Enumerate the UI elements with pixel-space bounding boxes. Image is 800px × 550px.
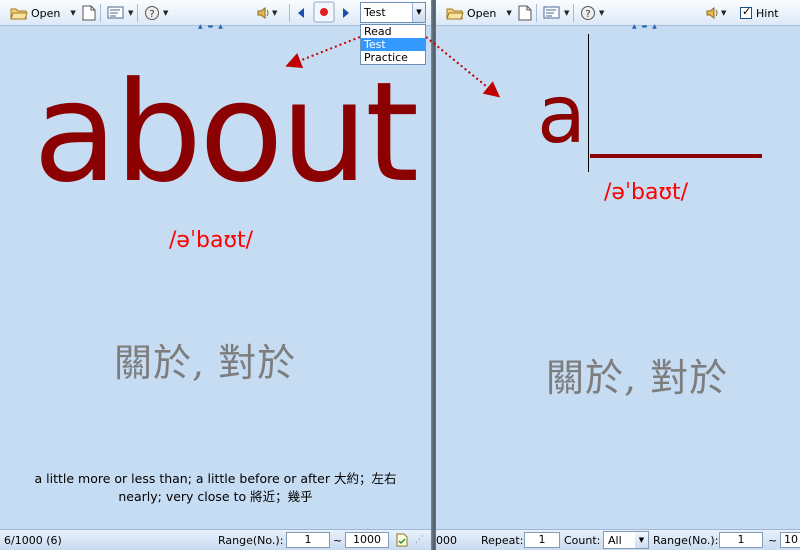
definition-text: a little more or less than; a little bef… [0, 470, 431, 506]
mode-dropdown[interactable]: Read Test Practice [360, 24, 426, 65]
resize-grip-icon[interactable]: ⋰ [415, 535, 424, 545]
chevron-down-icon[interactable]: ▼ [599, 9, 604, 17]
hint-label: Hint [756, 6, 779, 20]
range-label: Range(No.): [218, 534, 284, 547]
chinese-meaning: 關於, 對於 [114, 341, 297, 385]
help-button[interactable]: ? ▼ [580, 3, 604, 23]
speaker-button[interactable]: ▼ [706, 3, 726, 23]
toolbar-separator [137, 4, 138, 22]
new-document-button[interactable] [518, 3, 532, 23]
repeat-input[interactable]: 1 [524, 532, 560, 548]
repeat-label: Repeat: [481, 534, 524, 547]
chinese-meaning: 關於, 對於 [546, 356, 729, 400]
left-statusbar: 6/1000 (6) Range(No.): 1 ~ 1000 ⋰ [0, 529, 431, 550]
range-tilde: ~ [333, 534, 343, 547]
toolbar-separator [536, 4, 537, 22]
speaker-icon [257, 5, 271, 21]
answer-blank[interactable] [590, 154, 762, 158]
previous-icon [296, 6, 306, 20]
arrow-up-icon: ▲ [632, 23, 637, 30]
toolbar-separator [573, 4, 574, 22]
open-folder-icon [446, 5, 464, 21]
range-from-input[interactable]: 1 [719, 532, 763, 548]
right-pane: Open ▼ ▼ ? ▼ ▼ ✓ Hint ▲ ▬ ▲ a /əˈbaʊt/ 關… [436, 0, 800, 550]
chevron-down-icon[interactable]: ▼ [635, 532, 648, 548]
position-counter: 6/1000 (6) [4, 534, 62, 547]
new-document-button[interactable] [82, 3, 96, 23]
mode-option-test[interactable]: Test [361, 38, 425, 51]
next-button[interactable] [341, 3, 351, 23]
speaker-button[interactable]: ▼ [257, 3, 277, 23]
dash-icon: ▬ [641, 23, 648, 30]
phonetic-display: /əˈbaʊt/ [169, 228, 254, 253]
mode-option-read[interactable]: Read [361, 25, 425, 38]
left-pane: Open ▼ ▼ ? ▼ ▼ Test ▼ ▲ ▬ ▲ Read Test Pr… [0, 0, 431, 550]
card-settings-button[interactable]: ▼ [107, 3, 133, 23]
hint-checkbox[interactable]: Hint [740, 3, 779, 23]
next-icon [341, 6, 351, 20]
dash-icon: ▬ [207, 23, 214, 30]
partial-word-display: a [537, 68, 587, 161]
range-label: Range(No.): [653, 534, 719, 547]
mode-select[interactable]: Test ▼ [360, 2, 426, 23]
help-button[interactable]: ? ▼ [144, 3, 168, 23]
chevron-down-icon[interactable]: ▼ [163, 9, 168, 17]
mode-option-practice[interactable]: Practice [361, 51, 425, 64]
definition-line: nearly; very close to 將近；幾乎 [118, 489, 313, 504]
arrow-up-icon: ▲ [218, 23, 223, 30]
svg-text:?: ? [149, 9, 154, 20]
open-label: Open [467, 6, 497, 20]
checkbox-checked-icon [740, 5, 752, 19]
left-toolbar: Open ▼ ▼ ? ▼ ▼ Test ▼ [0, 0, 431, 26]
help-icon: ? [144, 5, 160, 21]
help-icon: ? [580, 5, 596, 21]
split-handle[interactable]: ▲ ▬ ▲ [632, 24, 657, 30]
toolbar-separator [289, 4, 290, 22]
card-settings-button[interactable]: ▼ [543, 3, 569, 23]
chevron-down-icon[interactable]: ▼ [128, 9, 133, 17]
go-to-icon [396, 533, 408, 550]
speaker-icon [706, 5, 720, 21]
word-display: about [33, 52, 419, 213]
count-select[interactable]: All ▼ [603, 531, 649, 549]
range-tilde: ~ [768, 534, 778, 547]
text-cursor [588, 34, 589, 172]
right-toolbar: Open ▼ ▼ ? ▼ ▼ ✓ Hint [436, 0, 800, 26]
definition-line: a little more or less than; a little bef… [34, 471, 397, 486]
range-from-input[interactable]: 1 [286, 532, 330, 548]
range-to-input[interactable]: 1000 [345, 532, 389, 548]
phonetic-display: /əˈbaʊt/ [604, 180, 689, 205]
previous-button[interactable] [296, 3, 306, 23]
count-select-value: All [608, 534, 622, 547]
chevron-down-icon[interactable]: ▼ [506, 9, 511, 17]
chevron-down-icon[interactable]: ▼ [412, 3, 425, 22]
range-to-input[interactable]: 10 [780, 532, 800, 548]
new-document-icon [518, 5, 532, 21]
open-button[interactable]: Open ▼ [446, 3, 512, 23]
right-statusbar: 000 Repeat: 1 Count: All ▼ Range(No.): 1… [436, 529, 800, 550]
go-to-button[interactable] [396, 533, 408, 550]
total-counter: 000 [436, 534, 457, 547]
chevron-down-icon[interactable]: ▼ [70, 9, 75, 17]
open-label: Open [31, 6, 61, 20]
card-settings-icon [543, 5, 561, 21]
chevron-down-icon[interactable]: ▼ [721, 9, 726, 17]
svg-text:?: ? [585, 9, 590, 20]
mode-select-value: Test [364, 6, 386, 19]
card-settings-icon [107, 5, 125, 21]
arrow-up-icon: ▲ [652, 23, 657, 30]
chevron-down-icon[interactable]: ▼ [272, 9, 277, 17]
open-button[interactable]: Open ▼ [10, 3, 76, 23]
count-label: Count: [564, 534, 601, 547]
chevron-down-icon[interactable]: ▼ [564, 9, 569, 17]
record-icon [313, 1, 335, 23]
open-folder-icon [10, 5, 28, 21]
arrow-up-icon: ▲ [198, 23, 203, 30]
record-button[interactable] [313, 1, 335, 23]
toolbar-separator [100, 4, 101, 22]
new-document-icon [82, 5, 96, 21]
split-handle[interactable]: ▲ ▬ ▲ [198, 24, 223, 30]
